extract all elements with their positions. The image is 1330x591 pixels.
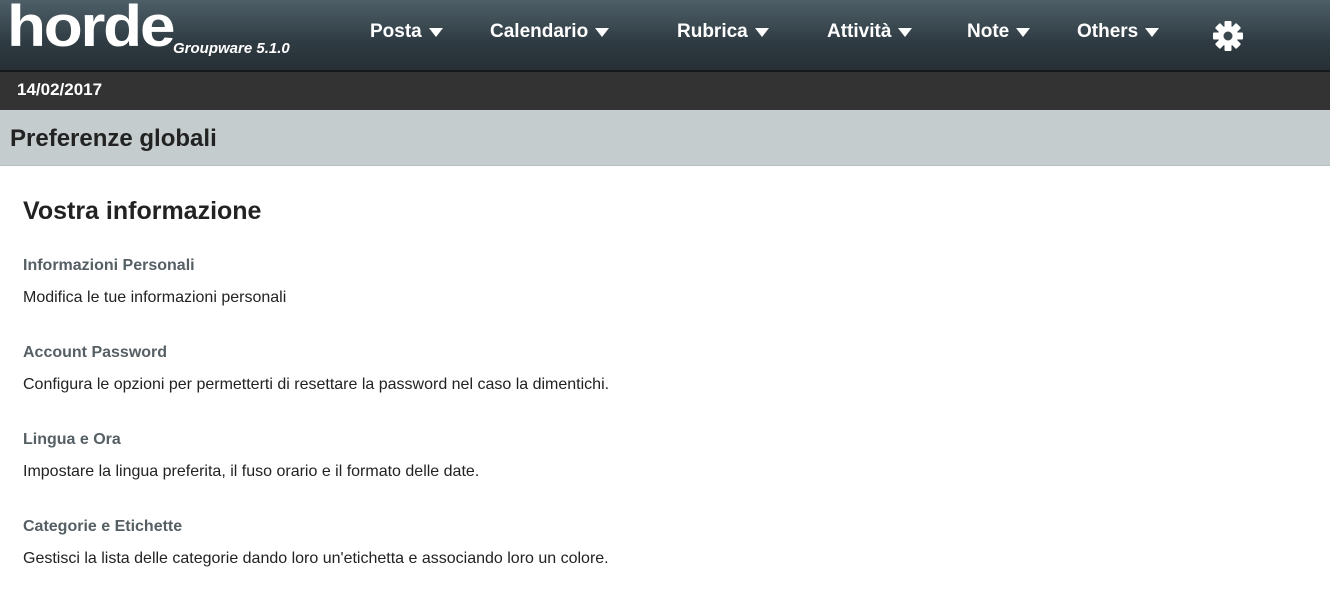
gear-icon[interactable] [1212, 20, 1244, 52]
section-title: Vostra informazione [23, 197, 262, 225]
product-version: Groupware 5.1.0 [173, 40, 290, 57]
pref-link-account-password[interactable]: Account Password [23, 344, 609, 368]
menu-label: Others [1077, 21, 1139, 42]
menu-attivita[interactable]: Attività [827, 21, 913, 43]
caret-down-icon [1145, 27, 1160, 37]
date-bar: 14/02/2017 [0, 72, 1330, 110]
caret-down-icon [898, 27, 913, 37]
page-title: Preferenze globali [10, 125, 217, 152]
pref-item-personal-info: Informazioni Personali Modifica le tue i… [23, 257, 286, 307]
caret-down-icon [428, 27, 443, 37]
menu-label: Posta [370, 21, 422, 42]
pref-item-language-time: Lingua e Ora Impostare la lingua preferi… [23, 431, 479, 481]
pref-link-personal-info[interactable]: Informazioni Personali [23, 257, 286, 281]
menu-label: Note [967, 21, 1010, 42]
pref-item-account-password: Account Password Configura le opzioni pe… [23, 344, 609, 394]
pref-description: Modifica le tue informazioni personali [23, 289, 287, 306]
menu-label: Rubrica [677, 21, 748, 42]
pref-item-categories-labels: Categorie e Etichette Gestisci la lista … [23, 518, 609, 568]
caret-down-icon [754, 27, 769, 37]
top-navigation-bar: horde Groupware 5.1.0 Posta Calendario R… [0, 0, 1330, 72]
pref-link-categories-labels[interactable]: Categorie e Etichette [23, 518, 609, 542]
page-header: Preferenze globali [0, 110, 1330, 166]
pref-description: Gestisci la lista delle categorie dando … [23, 550, 609, 567]
menu-note[interactable]: Note [967, 21, 1031, 43]
horde-logo[interactable]: horde [7, 0, 175, 56]
caret-down-icon [1016, 27, 1031, 37]
pref-description: Impostare la lingua preferita, il fuso o… [23, 463, 480, 480]
menu-others[interactable]: Others [1077, 21, 1160, 43]
menu-label: Calendario [490, 21, 589, 42]
menu-rubrica[interactable]: Rubrica [677, 21, 769, 43]
pref-link-language-time[interactable]: Lingua e Ora [23, 431, 479, 455]
menu-calendario[interactable]: Calendario [490, 21, 610, 43]
caret-down-icon [595, 27, 610, 37]
pref-description: Configura le opzioni per permetterti di … [23, 376, 610, 393]
menu-label: Attività [827, 21, 892, 42]
current-date: 14/02/2017 [17, 80, 103, 99]
menu-posta[interactable]: Posta [370, 21, 443, 43]
